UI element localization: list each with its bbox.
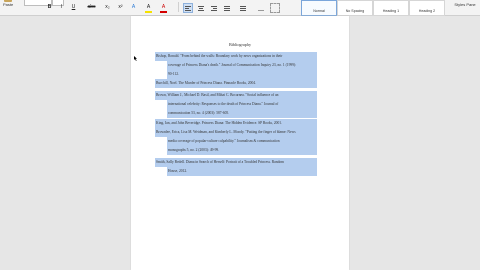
entry-line: Brown, William J., Michael D. Basil, and… bbox=[155, 91, 317, 100]
style-heading-2[interactable]: Heading 2 bbox=[409, 0, 445, 16]
style-no-spacing[interactable]: No Spacing bbox=[337, 0, 373, 16]
align-right-button[interactable] bbox=[209, 3, 219, 13]
entry-line: Burchill, Noel. The Murder of Princess D… bbox=[155, 79, 317, 88]
bibliography-entry[interactable]: Smith, Sally Bedell. Diana in Search of … bbox=[155, 158, 317, 176]
entry-line: media coverage of popular-culture culpab… bbox=[167, 137, 317, 146]
paste-button[interactable]: Paste bbox=[0, 0, 22, 15]
ribbon-toolbar: Paste B I U abc x₂ x² A A A Normal No Sp… bbox=[0, 0, 480, 16]
paste-label: Paste bbox=[3, 2, 14, 7]
highlight-button[interactable]: A bbox=[145, 4, 152, 13]
bibliography-entry[interactable]: Brownlee, Erica, Lisa M. Weidman, and Ki… bbox=[155, 128, 317, 155]
toolbar-divider bbox=[178, 2, 179, 12]
style-label: Heading 2 bbox=[418, 9, 436, 13]
entry-line: Bishop, Ronald. "From behind the walls: … bbox=[155, 52, 317, 61]
style-label: Normal bbox=[313, 9, 325, 13]
mouse-cursor-icon bbox=[134, 56, 137, 61]
entry-line: House, 2012. bbox=[167, 167, 317, 176]
entry-line: Brownlee, Erica, Lisa M. Weidman, and Ki… bbox=[155, 128, 317, 137]
styles-pane-button[interactable]: Styles Pane bbox=[450, 0, 480, 14]
entry-line: communication 53, no. 4 (2003): 587-605. bbox=[167, 109, 317, 118]
styles-pane-label: Styles Pane bbox=[454, 2, 476, 7]
align-center-button[interactable] bbox=[196, 3, 206, 13]
page-title: Bibliography bbox=[228, 42, 252, 47]
entry-line: coverage of Princess Diana's death." Jou… bbox=[167, 61, 317, 70]
entry-line: King, Ian, and John Beveridge. Princess … bbox=[155, 119, 317, 128]
style-label: No Spacing bbox=[345, 9, 365, 13]
entry-line: monographs 5, no. 2 (2003): 49-99. bbox=[167, 146, 317, 155]
bibliography-entry[interactable]: Brown, William J., Michael D. Basil, and… bbox=[155, 91, 317, 118]
entry-line: international celebrity: Responses to th… bbox=[167, 100, 317, 109]
italic-button[interactable]: I bbox=[58, 4, 65, 11]
font-color-button[interactable]: A bbox=[160, 4, 167, 13]
bibliography-entry[interactable]: Bishop, Ronald. "From behind the walls: … bbox=[155, 52, 317, 79]
underline-button[interactable]: U bbox=[70, 4, 77, 11]
line-spacing-button[interactable] bbox=[238, 3, 248, 13]
align-left-button[interactable] bbox=[183, 3, 193, 13]
justify-button[interactable] bbox=[222, 3, 232, 13]
bibliography-entry[interactable]: King, Ian, and John Beveridge. Princess … bbox=[155, 119, 317, 128]
bold-button[interactable]: B bbox=[46, 4, 53, 11]
entry-line: 90-112. bbox=[167, 70, 317, 79]
style-heading-1[interactable]: Heading 1 bbox=[373, 0, 409, 16]
subscript-button[interactable]: x₂ bbox=[104, 4, 111, 11]
style-label: Heading 1 bbox=[382, 9, 400, 13]
superscript-button[interactable]: x² bbox=[117, 4, 124, 11]
text-effects-button[interactable]: A bbox=[130, 4, 137, 11]
entry-line: Smith, Sally Bedell. Diana in Search of … bbox=[155, 158, 317, 167]
strikethrough-button[interactable]: abc bbox=[86, 4, 97, 11]
style-normal[interactable]: Normal bbox=[301, 0, 337, 16]
shading-button[interactable] bbox=[256, 3, 266, 13]
borders-button[interactable] bbox=[270, 3, 280, 13]
document-page[interactable]: Bibliography Bishop, Ronald. "From behin… bbox=[131, 16, 349, 270]
bibliography-entry[interactable]: Burchill, Noel. The Murder of Princess D… bbox=[155, 79, 317, 88]
